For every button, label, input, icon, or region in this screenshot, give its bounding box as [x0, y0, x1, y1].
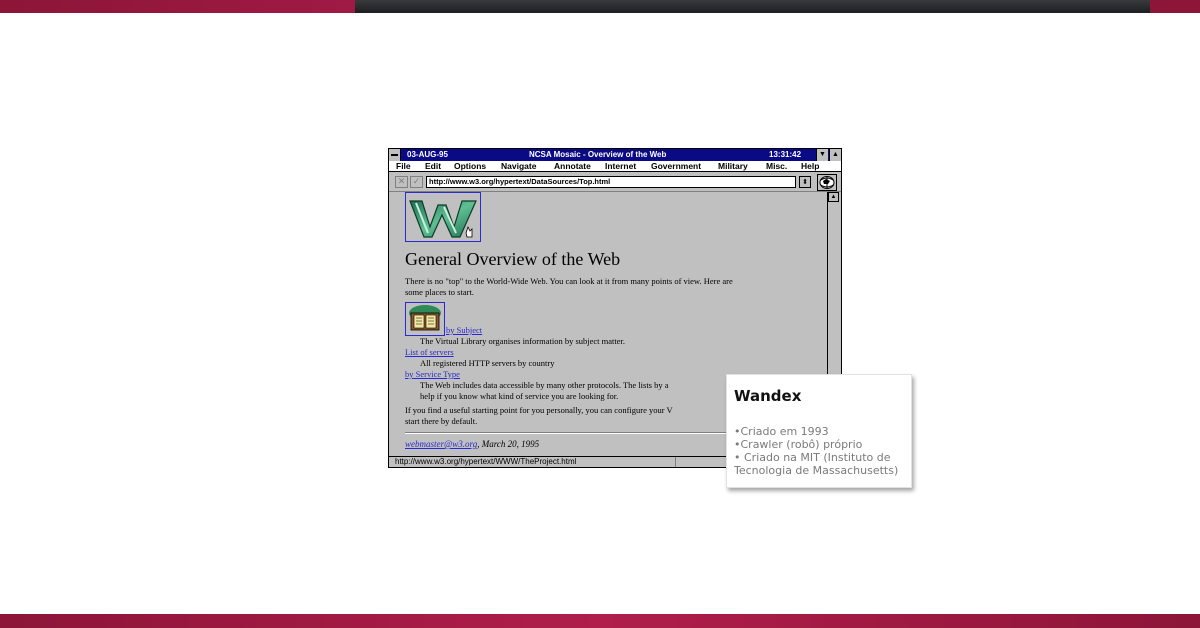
laptop-photo-strip	[355, 0, 1150, 13]
window-title: NCSA Mosaic - Overview of the Web	[529, 150, 667, 159]
wandex-info-card: Wandex •Criado em 1993 •Crawler (robô) p…	[726, 374, 912, 488]
link-by-service-type[interactable]: by Service Type	[405, 369, 460, 380]
menu-government[interactable]: Government	[651, 161, 701, 172]
link-by-subject[interactable]: by Subject	[446, 325, 482, 336]
book-icon[interactable]	[405, 302, 445, 336]
bottom-banner-strip	[0, 614, 1200, 628]
desc-by-subject: The Virtual Library organises informatio…	[420, 336, 626, 346]
scroll-up-arrow-icon[interactable]: ▲	[828, 192, 839, 202]
window-titlebar: 03-AUG-95 NCSA Mosaic - Overview of the …	[389, 149, 841, 161]
url-field[interactable]: http://www.w3.org/hypertext/DataSources/…	[426, 176, 796, 188]
intro-text-2: some places to start.	[405, 287, 474, 297]
w3-logo-icon[interactable]	[405, 192, 481, 242]
status-url: http://www.w3.org/hypertext/WWW/TheProje…	[395, 457, 676, 467]
card-line-1: •Criado em 1993	[734, 425, 829, 438]
check-icon[interactable]: ✓	[410, 176, 423, 188]
menu-file[interactable]: File	[396, 161, 411, 172]
toolbar: ✕ ✓ http://www.w3.org/hypertext/DataSour…	[389, 172, 841, 192]
menu-misc[interactable]: Misc.	[766, 161, 787, 172]
menu-bar: File Edit Options Navigate Annotate Inte…	[389, 161, 841, 172]
start-text-2: start there by default.	[405, 416, 478, 426]
intro-text-1: There is no "top" to the World-Wide Web.…	[405, 276, 733, 286]
card-line-2: •Crawler (robô) próprio	[734, 438, 863, 451]
titlebar-time: 13:31:42	[769, 150, 802, 159]
menu-navigate[interactable]: Navigate	[501, 161, 536, 172]
menu-edit[interactable]: Edit	[425, 161, 441, 172]
stop-x-icon[interactable]: ✕	[395, 176, 408, 188]
menu-options[interactable]: Options	[454, 161, 486, 172]
menu-help[interactable]: Help	[801, 161, 819, 172]
card-title: Wandex	[734, 387, 802, 405]
card-line-4: Tecnologia de Massachusetts)	[734, 464, 899, 477]
desc-list-of-servers: All registered HTTP servers by country	[420, 358, 555, 368]
desc-by-service-type-2: help if you know what kind of service yo…	[420, 391, 619, 401]
signature-date: , March 20, 1995	[477, 439, 540, 449]
menu-annotate[interactable]: Annotate	[554, 161, 591, 172]
card-line-3: • Criado na MIT (Instituto de	[734, 451, 891, 464]
system-menu-button[interactable]	[389, 149, 401, 161]
titlebar-date: 03-AUG-95	[407, 150, 448, 159]
menu-internet[interactable]: Internet	[605, 161, 636, 172]
webmaster-link[interactable]: webmaster@w3.org	[405, 439, 477, 449]
url-dropdown-button[interactable]: ⬍	[799, 176, 811, 188]
maximize-button[interactable]: ▲	[829, 149, 841, 161]
minimize-button[interactable]: ▼	[816, 149, 828, 161]
page-heading: General Overview of the Web	[405, 249, 621, 269]
link-list-of-servers[interactable]: List of servers	[405, 347, 454, 358]
start-text-1: If you find a useful starting point for …	[405, 405, 673, 415]
menu-military[interactable]: Military	[718, 161, 748, 172]
top-banner-strip	[0, 0, 1200, 13]
signature: webmaster@w3.org, March 20, 1995	[405, 439, 539, 450]
desc-by-service-type: The Web includes data accessible by many…	[420, 380, 669, 390]
globe-logo-icon[interactable]	[817, 174, 837, 191]
